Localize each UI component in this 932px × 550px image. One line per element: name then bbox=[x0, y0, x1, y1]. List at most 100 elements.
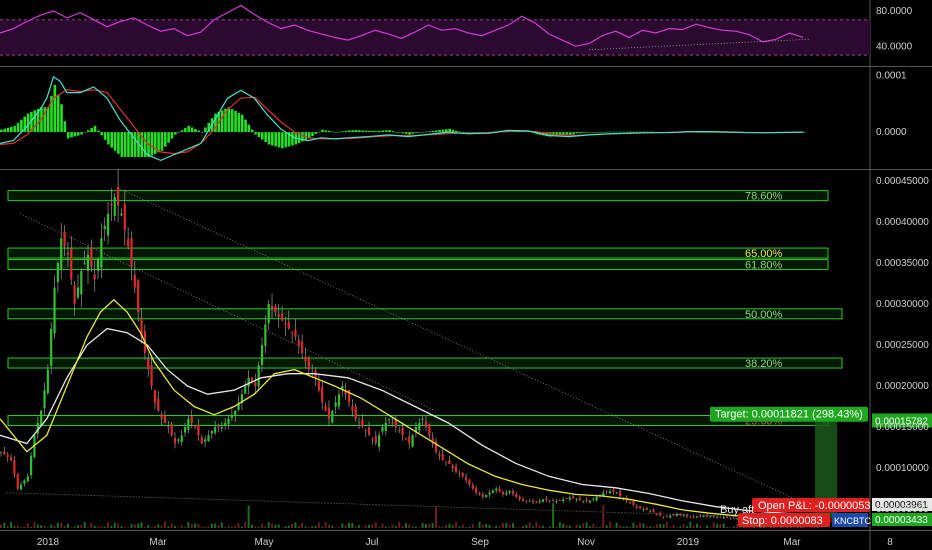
volume-bar bbox=[712, 522, 715, 528]
volume-bar bbox=[33, 521, 36, 528]
macd-histogram-bar bbox=[605, 131, 609, 133]
macd-histogram-bar bbox=[706, 132, 709, 133]
candle-body bbox=[317, 381, 320, 391]
candle-body bbox=[224, 422, 227, 426]
volume-bar bbox=[629, 527, 632, 528]
candle-body bbox=[297, 340, 300, 345]
candle-body bbox=[424, 421, 428, 428]
candle-body bbox=[197, 424, 200, 436]
macd-histogram-bar bbox=[160, 132, 164, 151]
volume-bar bbox=[143, 526, 146, 528]
volume-bar bbox=[468, 526, 471, 528]
candle-body bbox=[331, 410, 334, 423]
volume-bar bbox=[63, 525, 66, 528]
volume-bar bbox=[291, 523, 294, 528]
volume-bar bbox=[217, 524, 220, 528]
candle-body bbox=[120, 213, 123, 216]
macd-histogram-bar bbox=[334, 132, 338, 133]
candle-body bbox=[56, 262, 59, 282]
volume-bar bbox=[150, 527, 153, 528]
candle-body bbox=[632, 501, 635, 506]
volume-bar bbox=[685, 526, 688, 528]
volume-bar bbox=[304, 526, 307, 528]
volume-bar bbox=[619, 525, 622, 528]
candle-body bbox=[183, 427, 187, 433]
candle-body bbox=[163, 415, 167, 423]
macd-histogram-bar bbox=[6, 127, 10, 133]
candle-body bbox=[160, 414, 163, 419]
volume-bar bbox=[485, 524, 488, 528]
volume-bar bbox=[665, 521, 668, 528]
candle-body bbox=[505, 492, 508, 495]
candle-body bbox=[541, 499, 545, 502]
candle-body bbox=[3, 451, 6, 455]
macd-histogram-bar bbox=[358, 130, 361, 133]
volume-bar bbox=[244, 521, 247, 528]
candle-body bbox=[495, 488, 498, 491]
volume-bar bbox=[107, 522, 110, 528]
candle-body bbox=[572, 496, 575, 499]
macd-histogram-bar bbox=[291, 132, 294, 146]
macd-histogram-bar bbox=[3, 128, 6, 133]
price-chart[interactable]: 78.60%65.00%61.80%50.00%38.20%23.60% Tar… bbox=[0, 0, 932, 550]
candle-body bbox=[441, 453, 444, 460]
volume-bar bbox=[431, 522, 434, 528]
macd-histogram-bar bbox=[348, 130, 351, 133]
candle-body bbox=[642, 509, 645, 510]
volume-bar bbox=[609, 521, 611, 528]
price-trendline bbox=[6, 492, 817, 520]
macd-histogram-bar bbox=[632, 131, 636, 133]
candle-body bbox=[669, 515, 672, 518]
macd-histogram-bar bbox=[13, 125, 16, 133]
volume-bar bbox=[83, 521, 86, 528]
volume-bar bbox=[414, 526, 417, 528]
candle-body bbox=[535, 502, 538, 504]
volume-bar bbox=[451, 525, 454, 528]
macd-histogram-bar bbox=[696, 132, 699, 133]
price-tick-label: 0.00020000 bbox=[876, 381, 929, 392]
candle-body bbox=[562, 499, 565, 502]
volume-bar bbox=[528, 522, 531, 528]
volume-bar bbox=[247, 505, 250, 528]
macd-histogram-bar bbox=[588, 132, 592, 133]
volume-bar bbox=[163, 521, 166, 528]
macd-histogram-bar bbox=[394, 132, 398, 133]
volume-bar bbox=[174, 525, 176, 528]
volume-bar bbox=[645, 526, 648, 528]
volume-bar bbox=[635, 525, 638, 528]
volume-bar bbox=[615, 522, 618, 528]
macd-histogram-bar bbox=[200, 132, 204, 133]
macd-histogram-bar bbox=[639, 131, 642, 133]
macd-histogram-bar bbox=[107, 132, 110, 145]
x-tick-label: 2019 bbox=[677, 537, 700, 548]
volume-bar bbox=[582, 523, 585, 528]
candle-body bbox=[113, 197, 116, 216]
candle-body bbox=[367, 427, 371, 436]
candle-body bbox=[518, 496, 521, 499]
price-tick-label: 0.00030000 bbox=[876, 299, 929, 310]
volume-bar bbox=[103, 526, 106, 528]
volume-bar bbox=[341, 523, 344, 528]
volume-bar bbox=[317, 522, 320, 528]
volume-bar bbox=[137, 523, 140, 528]
candle-body bbox=[712, 515, 715, 517]
macd-histogram-bar bbox=[250, 129, 254, 133]
candle-body bbox=[471, 485, 474, 489]
candle-body bbox=[127, 239, 130, 247]
candle-body bbox=[705, 515, 709, 517]
macd-histogram-bar bbox=[257, 132, 261, 138]
volume-bar bbox=[515, 527, 518, 528]
macd-histogram-bar bbox=[264, 132, 267, 143]
macd-histogram-bar bbox=[411, 132, 415, 134]
candle-body bbox=[411, 435, 414, 447]
volume-bar bbox=[177, 527, 180, 528]
fib-label: 38.20% bbox=[745, 358, 783, 370]
macd-histogram-bar bbox=[609, 131, 612, 133]
macd-histogram-bar bbox=[418, 132, 421, 133]
candle-body bbox=[388, 418, 391, 420]
volume-bar bbox=[30, 527, 33, 528]
volume-bar bbox=[575, 524, 578, 528]
macd-histogram-bar bbox=[187, 125, 190, 133]
candle-body bbox=[106, 213, 110, 236]
candle-body bbox=[451, 465, 454, 469]
